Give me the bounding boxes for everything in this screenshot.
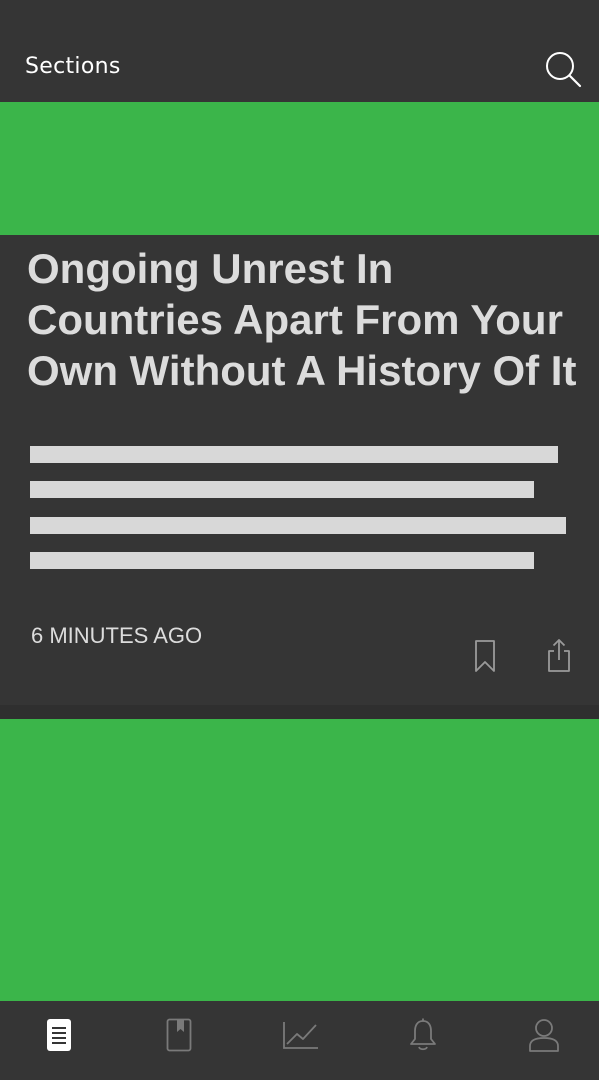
- tab-saved[interactable]: [149, 1013, 209, 1057]
- article-headline[interactable]: Ongoing Unrest In Countries Apart From Y…: [27, 243, 587, 396]
- news-icon: [46, 1018, 72, 1052]
- summary-placeholder-line: [30, 481, 534, 498]
- bottom-tab-bar: [0, 1001, 599, 1080]
- app-header: Sections: [0, 0, 599, 102]
- tab-news[interactable]: [29, 1013, 89, 1057]
- section-divider: [0, 705, 599, 719]
- summary-placeholder-line: [30, 446, 558, 463]
- article-card[interactable]: Ongoing Unrest In Countries Apart From Y…: [0, 235, 599, 705]
- tab-markets[interactable]: [271, 1013, 331, 1057]
- search-icon[interactable]: [544, 50, 582, 88]
- profile-icon: [528, 1018, 560, 1052]
- tab-notifications[interactable]: [393, 1013, 453, 1057]
- sections-button[interactable]: Sections: [25, 54, 121, 79]
- saved-icon: [166, 1018, 192, 1052]
- summary-placeholder-line: [30, 552, 534, 569]
- notifications-icon: [408, 1018, 438, 1052]
- article-timestamp: 6 MINUTES AGO: [31, 623, 203, 648]
- tab-profile[interactable]: [514, 1013, 574, 1057]
- markets-icon: [282, 1020, 320, 1050]
- bookmark-icon[interactable]: [472, 639, 498, 673]
- summary-placeholder-line: [30, 517, 566, 534]
- share-icon[interactable]: [544, 637, 574, 673]
- top-banner: [0, 102, 599, 235]
- bottom-banner: [0, 719, 599, 1001]
